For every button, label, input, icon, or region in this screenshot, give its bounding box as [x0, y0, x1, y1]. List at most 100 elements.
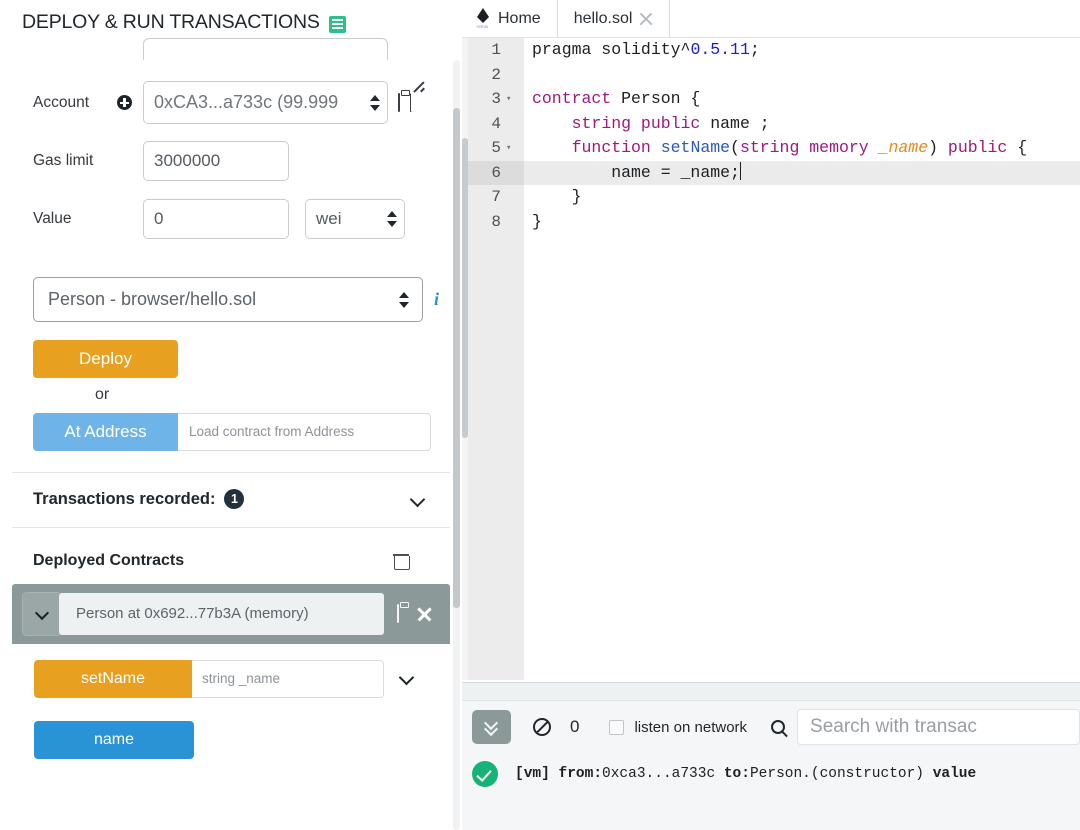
terminal-resize-handle[interactable]	[462, 683, 1080, 701]
close-x-icon[interactable]	[639, 12, 653, 26]
code-text: pragma solidity^0.5.11;	[532, 40, 760, 59]
expand-contract-button[interactable]	[22, 592, 62, 636]
code-fold-icon[interactable]: ▾	[506, 87, 511, 112]
clipboard-icon	[398, 92, 400, 112]
editor-tabbar: remix Home hello.sol	[462, 0, 1080, 38]
terminal-pending-count: 0	[570, 717, 580, 736]
account-row: Account 0xCA3...a733c (99.999	[0, 81, 462, 124]
setname-argument-input[interactable]: string _name	[192, 660, 384, 698]
ban-circle-icon[interactable]	[533, 718, 551, 736]
sign-message-button[interactable]	[410, 92, 412, 112]
code-line[interactable]: 6 name = _name;	[462, 160, 1080, 185]
sidebar-scrollbar[interactable]	[453, 60, 460, 830]
setname-function-button[interactable]: setName	[34, 660, 192, 698]
plus-circle-icon[interactable]	[117, 95, 132, 110]
value-unit: wei	[316, 209, 342, 228]
terminal-toolbar: 0 listen on network Search with transac	[462, 701, 1080, 753]
check-circle-icon	[472, 761, 498, 787]
code-text: string public name ;	[571, 113, 770, 133]
tab-hello-sol[interactable]: hello.sol	[558, 0, 671, 37]
gas-limit-label: Gas limit	[33, 152, 94, 169]
name-function-button[interactable]: name	[34, 721, 194, 759]
chevron-down-icon[interactable]	[411, 493, 424, 506]
value-unit-select[interactable]: wei	[305, 199, 405, 239]
search-icon	[771, 720, 786, 734]
code-line[interactable]: 3 ▾ contract Person {	[462, 87, 1080, 112]
contract-select-value: Person - browser/hello.sol	[48, 289, 257, 309]
chevron-updown-icon	[399, 290, 410, 310]
gas-limit-input[interactable]: 3000000	[143, 141, 289, 181]
chevron-updown-icon	[370, 93, 381, 113]
value-amount: 0	[154, 209, 164, 228]
line-number: 7	[462, 185, 524, 210]
transactions-recorded-count: 1	[224, 489, 245, 509]
copy-address-button[interactable]	[397, 604, 399, 623]
code-line[interactable]: 4 string public name ;	[462, 111, 1080, 136]
line-number: 2	[462, 62, 524, 87]
account-value: 0xCA3...a733c (99.999	[154, 92, 339, 112]
gas-limit-value: 3000000	[154, 151, 221, 170]
code-text: function setName(string memory _name) pu…	[571, 138, 1028, 157]
function-row-setname: setName string _name	[12, 660, 450, 698]
at-address-row: At Address Load contract from Address	[33, 413, 431, 451]
code-line[interactable]: 8}	[462, 209, 1080, 234]
clipboard-icon	[397, 604, 399, 623]
code-fold-icon[interactable]: ▾	[506, 136, 511, 161]
contract-select-row: Person - browser/hello.sol i	[0, 277, 462, 322]
deployed-contract-body: setName string _name name	[12, 644, 450, 759]
code-text: contract Person {	[532, 89, 701, 108]
code-editor[interactable]: 1 pragma solidity^0.5.11; 2 3 ▾ contract Pers…	[462, 38, 1080, 680]
code-content[interactable]: 1 pragma solidity^0.5.11; 2 3 ▾ contract Pers…	[462, 38, 1080, 234]
at-address-input[interactable]: Load contract from Address	[178, 413, 431, 451]
terminal-log-text: [vm] from:0xca3...a733c to:Person.(const…	[515, 766, 977, 782]
panel-title-text: DEPLOY & RUN TRANSACTIONS	[22, 11, 320, 33]
text-caret	[739, 161, 742, 180]
info-icon[interactable]: i	[434, 289, 439, 310]
line-number: 3	[462, 87, 524, 112]
chevron-double-down-icon	[485, 720, 498, 734]
panel-title: DEPLOY & RUN TRANSACTIONS	[0, 0, 462, 34]
line-number: 4	[462, 111, 524, 136]
account-select[interactable]: 0xCA3...a733c (99.999	[143, 81, 388, 124]
tab-home[interactable]: remix Home	[462, 0, 558, 37]
tab-home-label: Home	[498, 9, 541, 27]
deployed-contract-card: Person at 0x692...77b3A (memory) setName…	[12, 584, 450, 759]
remix-ide-window: DEPLOY & RUN TRANSACTIONS Account 0xCA3.…	[0, 0, 1080, 830]
code-line[interactable]: 2	[462, 62, 1080, 87]
line-number: 5	[462, 136, 524, 161]
copy-account-button[interactable]	[398, 92, 400, 112]
tab-hello-sol-label: hello.sol	[573, 9, 633, 27]
close-x-icon[interactable]	[417, 607, 432, 622]
code-line[interactable]: 5 ▾ function setName(string memory _name)…	[462, 136, 1080, 161]
transactions-recorded-label: Transactions recorded:	[33, 489, 216, 508]
terminal-expand-button[interactable]	[472, 710, 511, 744]
chevron-down-icon[interactable]	[400, 672, 414, 686]
at-address-button[interactable]: At Address	[33, 413, 178, 451]
deploy-run-panel: DEPLOY & RUN TRANSACTIONS Account 0xCA3.…	[0, 0, 462, 830]
or-label: or	[95, 386, 110, 403]
environment-select-partial[interactable]	[143, 38, 388, 60]
terminal-panel: 0 listen on network Search with transac …	[462, 682, 1080, 830]
chevron-updown-icon	[387, 209, 398, 229]
value-row: Value 0 wei	[0, 199, 462, 239]
chevron-down-icon	[37, 609, 48, 620]
trash-icon[interactable]	[393, 553, 410, 570]
value-input[interactable]: 0	[143, 199, 289, 239]
gas-limit-row: Gas limit 3000000	[0, 141, 462, 181]
code-text: }	[532, 187, 582, 206]
listen-on-network-label: listen on network	[634, 718, 748, 736]
terminal-log-row[interactable]: [vm] from:0xca3...a733c to:Person.(const…	[462, 753, 1080, 787]
transactions-recorded-row[interactable]: Transactions recorded: 1	[0, 473, 438, 509]
deploy-button[interactable]: Deploy	[33, 340, 178, 378]
editor-panel: remix Home hello.sol 1 pragma solidity^0.…	[462, 0, 1080, 830]
editor-scrollbar[interactable]	[462, 38, 468, 680]
contract-select[interactable]: Person - browser/hello.sol	[33, 277, 423, 322]
remix-wordmark: remix	[476, 23, 489, 29]
deployed-contracts-title: Deployed Contracts	[33, 552, 185, 569]
listen-on-network-checkbox[interactable]	[609, 719, 625, 735]
code-line[interactable]: 1 pragma solidity^0.5.11;	[462, 38, 1080, 63]
code-line[interactable]: 7 }	[462, 185, 1080, 210]
terminal-search-input[interactable]: Search with transac	[797, 709, 1080, 745]
deployed-contract-address[interactable]: Person at 0x692...77b3A (memory)	[59, 593, 384, 635]
code-text: }	[532, 211, 542, 231]
